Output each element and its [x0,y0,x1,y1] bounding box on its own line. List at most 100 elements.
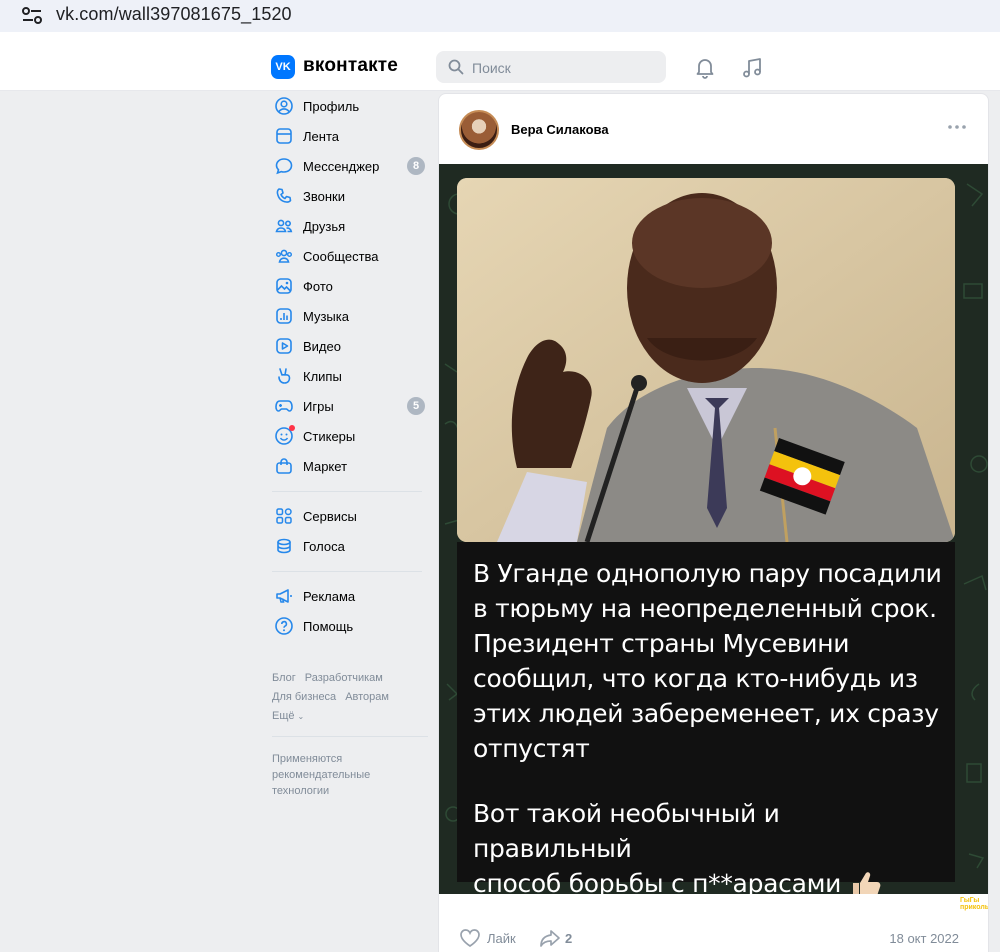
address-bar[interactable]: vk.com/wall397081675_1520 [0,0,1000,32]
sidebar-item-label: Сервисы [303,508,357,524]
games-icon [275,400,293,412]
footer-link-more[interactable]: Ещё ⌄ [272,710,313,722]
caption-panel: В Уганде однополую пару посадили в тюрьм… [457,542,955,894]
photo-illustration [457,178,955,542]
sidebar-item-market[interactable]: Маркет [272,451,432,481]
sidebar-item-friends[interactable]: Друзья [272,211,432,241]
footer-link-blog[interactable]: Блог [272,672,296,684]
caption-line-last: способ борьбы с п**арасами [473,866,943,894]
caption-line: этих людей забеременеет, их сразу [473,699,939,728]
unread-count-badge: 8 [407,157,425,175]
caption-line: сообщил, что когда кто-нибудь из [473,664,918,693]
caption-text: В Уганде однополую пару посадили в тюрьм… [473,556,943,766]
recommendation-notice[interactable]: Применяются рекомендательные технологии [272,751,402,799]
sidebar-item-label: Помощь [303,618,354,634]
post-actions: Лайк 2 18 окт 2022 [459,928,979,952]
footer-link-business[interactable]: Для бизнеса [272,691,336,703]
vk-logo-icon[interactable]: VK [271,55,295,79]
sidebar-item-calls[interactable]: Звонки [272,181,432,211]
caption-text-2: Вот такой необычный и правильный способ … [473,796,943,894]
sidebar-item-clips[interactable]: Клипы [272,361,432,391]
sidebar-item-label: Друзья [303,218,346,234]
left-sidebar: Профиль Лента Мессенджер 8 Звонки Друзья… [272,91,432,799]
like-button[interactable]: Лайк [459,928,516,948]
sidebar-item-feed[interactable]: Лента [272,121,432,151]
caption-line: отпустят [473,734,590,763]
footer-link-more-label: Ещё [272,710,295,722]
sidebar-item-label: Лента [303,128,339,144]
user-circle-icon [275,97,293,115]
post-date[interactable]: 18 окт 2022 [889,931,959,946]
search-input[interactable]: Поиск [436,51,666,83]
sidebar-item-photo[interactable]: Фото [272,271,432,301]
sidebar-item-communities[interactable]: Сообщества [272,241,432,271]
share-icon [540,930,560,947]
sidebar-item-label: Профиль [303,98,360,114]
url-text[interactable]: vk.com/wall397081675_1520 [56,4,292,25]
sidebar-item-stickers[interactable]: Стикеры [272,421,432,451]
sidebar-item-games[interactable]: Игры 5 [272,391,432,421]
brand-name[interactable]: вконтакте [303,55,398,77]
services-icon [276,508,292,524]
caption-line: В Уганде однополую пару посадили [473,559,942,588]
president-photo [457,178,955,542]
help-icon [275,617,293,635]
watermark-icon [942,896,958,912]
feed-icon [276,128,292,144]
sidebar-divider [272,736,428,737]
photo-icon [276,278,292,294]
post-author[interactable]: Вера Силакова [511,122,609,137]
watermark-logo: ГыГы приколы [942,895,989,913]
sidebar-item-label: Игры [303,398,334,414]
sidebar-item-ads[interactable]: Реклама [272,581,432,611]
vk-header: VK вконтакте Поиск [0,42,1000,91]
sidebar-item-video[interactable]: Видео [272,331,432,361]
sidebar-item-help[interactable]: Помощь [272,611,432,641]
sidebar-item-messenger[interactable]: Мессенджер 8 [272,151,432,181]
chevron-down-icon: ⌄ [297,712,305,721]
search-placeholder: Поиск [472,60,511,76]
games-count-badge: 5 [407,397,425,415]
sidebar-divider [272,571,422,572]
sidebar-item-profile[interactable]: Профиль [272,91,432,121]
new-indicator-dot [289,425,295,431]
footer-link-developers[interactable]: Разработчикам [305,672,383,684]
bell-icon[interactable] [693,56,717,80]
footer-links: Блог Разработчикам Для бизнеса Авторам Ещё… [272,669,432,726]
caption-line: Вот такой необычный и правильный [473,799,780,863]
avatar[interactable] [459,110,499,150]
sidebar-item-votes[interactable]: Голоса [272,531,432,561]
sidebar-item-label: Звонки [303,188,345,204]
clips-icon [278,368,291,384]
sidebar-divider [272,491,422,492]
watermark-text: ГыГы приколы [960,897,989,911]
post-image[interactable]: В Уганде однополую пару посадили в тюрьм… [439,164,988,894]
votes-icon [277,538,291,554]
sidebar-item-label: Мессенджер [303,158,380,174]
message-icon [275,158,293,175]
sidebar-item-label: Фото [303,278,333,294]
market-icon [276,458,292,474]
share-button[interactable]: 2 [539,928,572,948]
thumbs-up-icon [853,872,881,894]
more-options-icon[interactable] [947,124,967,130]
phone-icon [276,188,292,203]
share-count: 2 [565,930,573,946]
sidebar-item-label: Видео [303,338,341,354]
caption-line: способ борьбы с п**арасами [473,869,842,894]
sidebar-item-services[interactable]: Сервисы [272,501,432,531]
footer-link-authors[interactable]: Авторам [345,691,389,703]
sidebar-item-label: Голоса [303,538,345,554]
heart-icon [460,929,480,947]
sidebar-item-music[interactable]: Музыка [272,301,432,331]
caption-line: в тюрьму на неопределенный срок. [473,594,937,623]
sidebar-item-label: Клипы [303,368,342,384]
sidebar-item-label: Стикеры [303,428,356,444]
music-note-icon[interactable] [740,56,764,80]
like-label: Лайк [487,930,516,946]
video-icon [276,338,292,354]
sidebar-item-label: Реклама [303,588,356,604]
sidebar-item-label: Маркет [303,458,348,474]
sidebar-item-label: Сообщества [303,248,379,264]
site-info-icon[interactable] [20,5,44,27]
